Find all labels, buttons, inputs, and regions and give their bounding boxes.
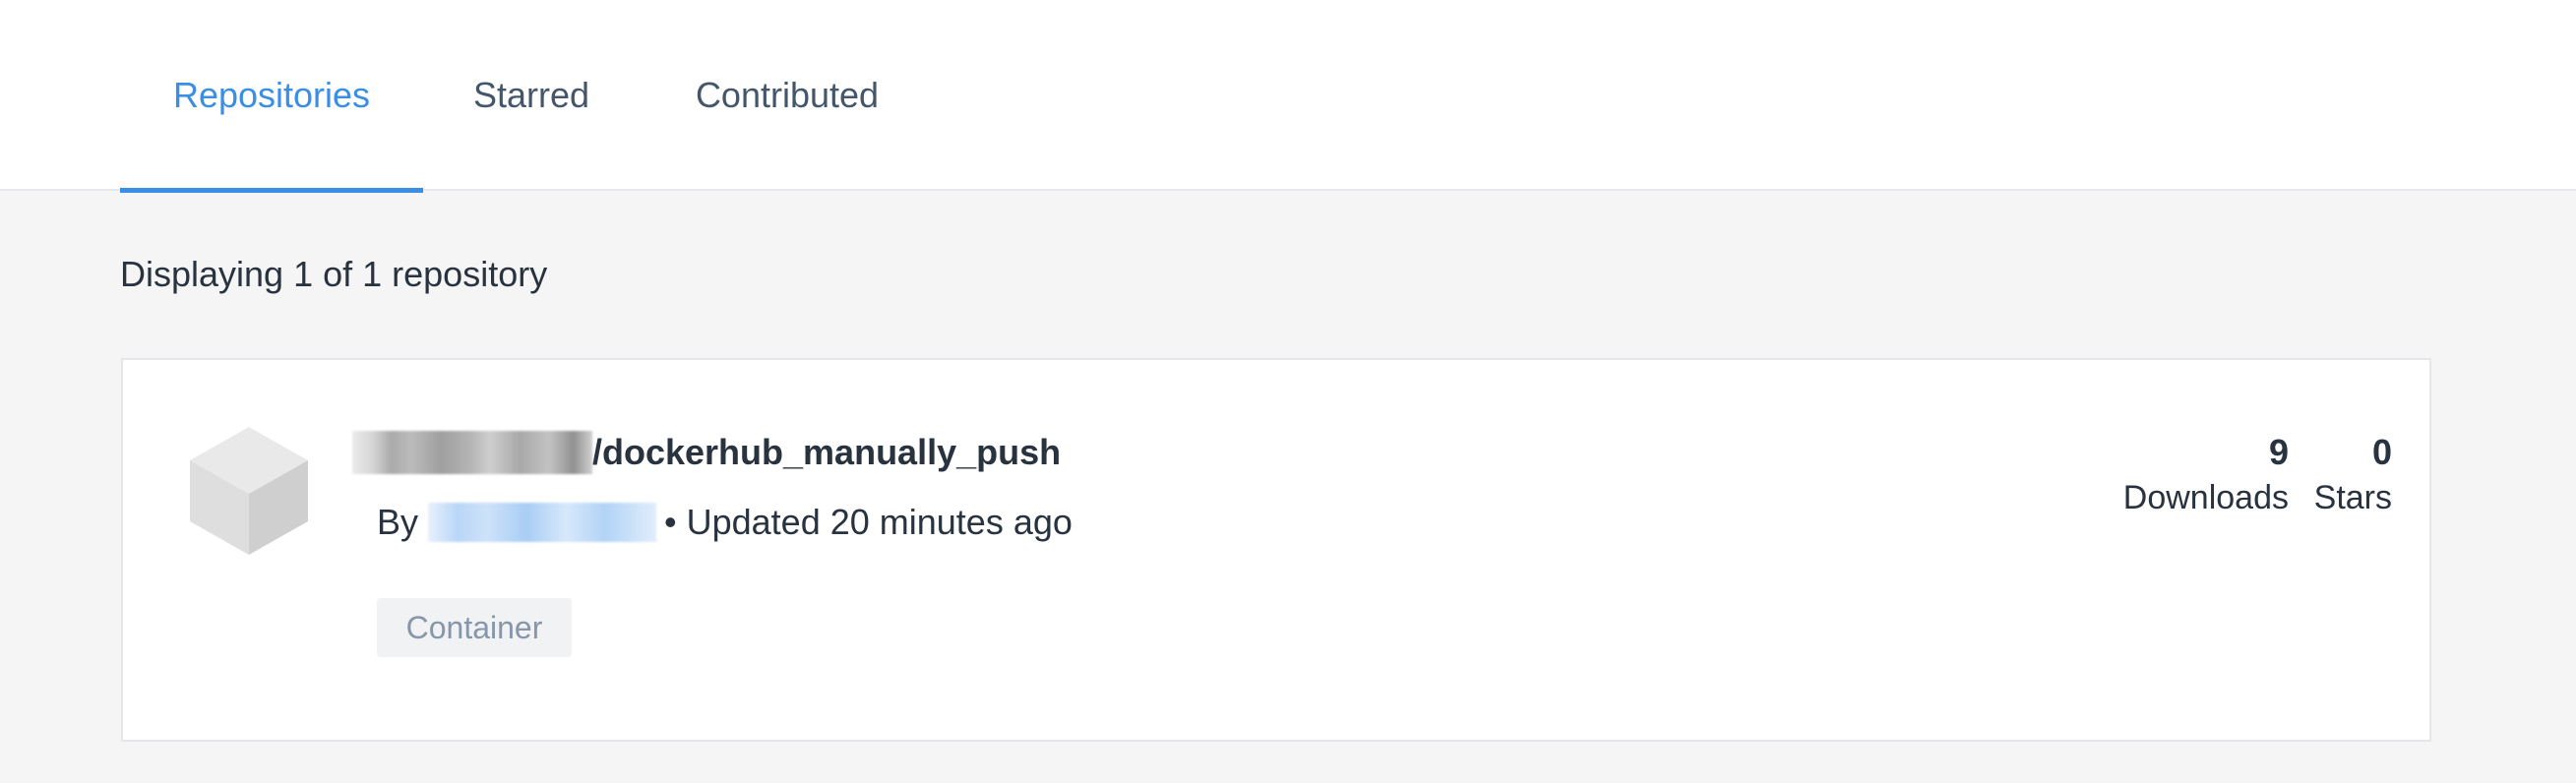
stars-label: Stars	[2313, 479, 2392, 516]
stars-count: 0	[2371, 432, 2392, 472]
repository-meta: By • Updated 20 minutes ago	[377, 502, 1073, 543]
repository-count-text: Displaying 1 of 1 repository	[120, 254, 548, 294]
stars-stat: 0 Stars	[2314, 431, 2392, 521]
downloads-stat: 9 Downloads	[2123, 431, 2289, 521]
tab-repositories[interactable]: Repositories	[120, 0, 423, 193]
repository-name[interactable]: /dockerhub_manually_push	[352, 431, 1062, 474]
downloads-count: 9	[2268, 432, 2289, 472]
repository-card[interactable]: /dockerhub_manually_push By • Updated 20…	[121, 358, 2431, 742]
tab-contributed-label: Contributed	[695, 75, 880, 115]
tab-bar: Repositories Starred Contributed	[0, 0, 2576, 193]
by-label: By	[377, 502, 419, 542]
redacted-namespace	[352, 431, 592, 474]
tab-starred-label: Starred	[472, 75, 590, 115]
cube-icon	[190, 427, 308, 555]
redacted-owner-link[interactable]	[428, 503, 657, 542]
tab-contributed[interactable]: Contributed	[679, 0, 895, 191]
updated-text: • Updated 20 minutes ago	[664, 502, 1073, 542]
container-tag: Container	[377, 598, 572, 657]
tab-repositories-label: Repositories	[172, 75, 371, 115]
downloads-label: Downloads	[2122, 479, 2289, 516]
repository-name-text: /dockerhub_manually_push	[592, 432, 1062, 472]
tab-starred[interactable]: Starred	[462, 0, 600, 191]
